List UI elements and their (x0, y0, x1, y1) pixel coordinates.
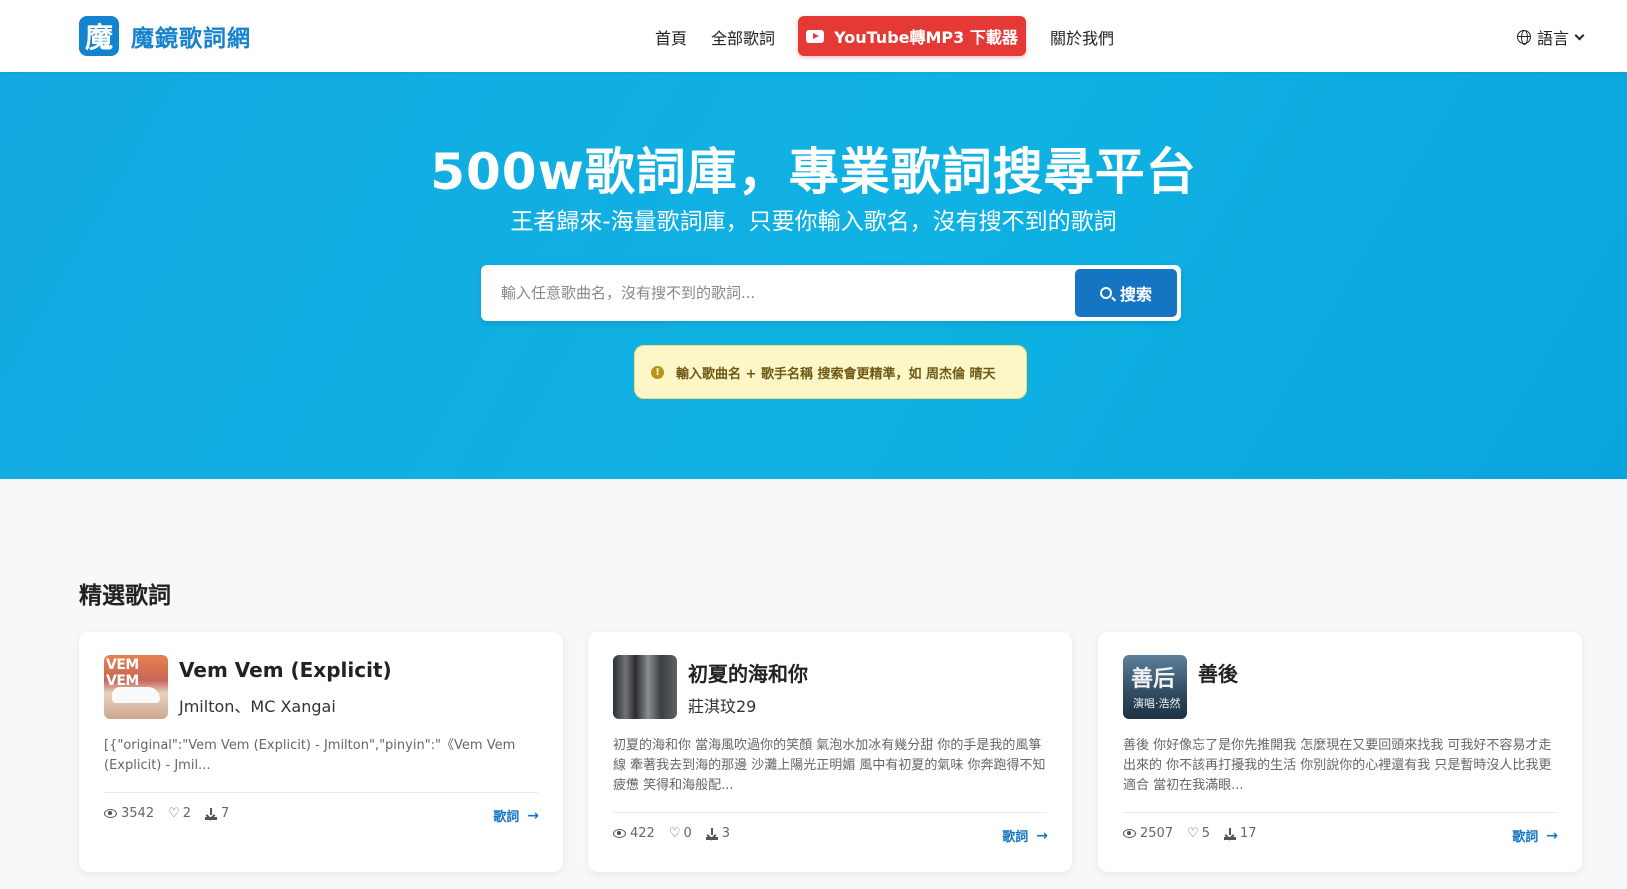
view-lyrics-link[interactable]: 歌詞 → (493, 806, 539, 826)
downloads-stat: 7 (205, 806, 229, 821)
brand-logo-icon: 魔 (79, 16, 119, 56)
hero-banner: 500w歌詞庫，專業歌詞搜尋平台 王者歸來-海量歌詞庫，只要你輸入歌名，沒有搜不… (0, 72, 1627, 479)
views-count: 3542 (121, 806, 155, 821)
view-lyrics-label: 歌詞 (493, 810, 520, 825)
likes-stat: ♡ 5 (1187, 826, 1210, 841)
download-icon (705, 827, 718, 840)
lyric-excerpt: [{"original":"Vem Vem (Explicit) - Jmilt… (104, 738, 516, 773)
song-title[interactable]: 善後 (1198, 658, 1238, 687)
likes-count: 0 (683, 826, 692, 841)
hero-title: 500w歌詞庫，專業歌詞搜尋平台 (430, 143, 1197, 201)
arrow-right-icon: → (527, 807, 539, 824)
view-lyrics-label: 歌詞 (1002, 830, 1029, 845)
view-lyrics-label: 歌詞 (1512, 830, 1539, 845)
eye-icon (104, 809, 117, 818)
top-navbar: 魔 魔鏡歌詞網 首頁 全部歌詞 YouTube轉MP3 下載器 關於我們 語言 (0, 0, 1627, 72)
nav-all-lyrics-link[interactable]: 全部歌詞 (711, 25, 775, 49)
view-lyrics-link[interactable]: 歌詞 → (1512, 826, 1558, 846)
cover-subtext: 演唱·浩然 (1133, 697, 1181, 710)
download-icon (205, 807, 218, 820)
downloads-count: 7 (221, 806, 230, 821)
views-stat: 3542 (104, 806, 154, 821)
language-dropdown[interactable]: 語言 (1517, 25, 1585, 49)
brand-link[interactable]: 魔 魔鏡歌詞網 (79, 16, 251, 56)
arrow-right-icon: → (1036, 827, 1048, 844)
search-icon (1099, 287, 1112, 299)
search-tip: ! 輸入歌曲名 + 歌手名稱 搜索會更精準，如 周杰倫 晴天 (634, 345, 1027, 399)
language-label: 語言 (1537, 29, 1570, 48)
cover-car-shape (112, 687, 160, 703)
likes-stat: ♡ 0 (669, 826, 692, 841)
song-title[interactable]: Vem Vem (Explicit) (179, 658, 392, 682)
lyric-excerpt: 初夏的海和你 當海風吹過你的笑顏 氣泡水加冰有幾分甜 你的手是我的風箏線 牽著我… (613, 738, 1046, 793)
views-count: 2507 (1140, 826, 1174, 841)
arrow-right-icon: → (1546, 827, 1558, 844)
download-icon (1224, 827, 1237, 840)
search-bar: 搜索 (481, 265, 1181, 321)
nav-about-link[interactable]: 關於我們 (1050, 25, 1114, 49)
views-stat: 422 (613, 826, 655, 841)
likes-count: 2 (182, 806, 192, 821)
downloads-count: 17 (1240, 826, 1257, 841)
song-artist: 莊淇玟29 (688, 697, 757, 716)
heart-icon: ♡ (668, 826, 681, 841)
heart-icon: ♡ (168, 806, 180, 821)
song-artist: Jmilton、MC Xangai (179, 697, 336, 716)
featured-section-title: 精選歌詞 (79, 583, 171, 609)
cover-text: 善后 (1131, 666, 1176, 692)
eye-icon (1123, 829, 1136, 838)
info-icon: ! (651, 365, 664, 379)
views-stat: 2507 (1123, 826, 1173, 841)
lyric-card[interactable]: 善后 演唱·浩然 善後 善後 你好像忘了是你先推開我 怎麼現在又要回頭來找我 可… (1098, 632, 1582, 872)
likes-count: 5 (1201, 826, 1211, 841)
search-tip-text: 輸入歌曲名 + 歌手名稱 搜索會更精準，如 周杰倫 晴天 (676, 366, 996, 382)
brand-name: 魔鏡歌詞網 (131, 26, 251, 52)
views-count: 422 (630, 826, 655, 841)
search-button-label: 搜索 (1119, 285, 1152, 304)
song-cover-image: 善后 演唱·浩然 (1123, 655, 1187, 719)
nav-home-link[interactable]: 首頁 (655, 25, 687, 49)
eye-icon (613, 829, 626, 838)
cover-text: VEM VEM (106, 657, 139, 689)
globe-icon (1517, 30, 1531, 45)
song-title[interactable]: 初夏的海和你 (688, 658, 808, 687)
lyric-card[interactable]: 初夏的海和你 莊淇玟29 初夏的海和你 當海風吹過你的笑顏 氣泡水加冰有幾分甜 … (588, 632, 1072, 872)
view-lyrics-link[interactable]: 歌詞 → (1002, 826, 1048, 846)
heart-icon: ♡ (1187, 826, 1199, 841)
downloads-count: 3 (721, 826, 731, 841)
search-button[interactable]: 搜索 (1075, 269, 1177, 317)
card-divider (1123, 812, 1557, 813)
card-stats: 3542 ♡ 2 7 (104, 806, 243, 821)
likes-stat: ♡ 2 (168, 806, 191, 821)
search-input[interactable] (481, 265, 1071, 321)
card-divider (104, 792, 538, 793)
lyric-card[interactable]: VEM VEM Vem Vem (Explicit) Jmilton、MC Xa… (79, 632, 563, 872)
chevron-down-icon (1574, 30, 1585, 40)
downloads-stat: 3 (705, 826, 731, 841)
youtube-mp3-button[interactable]: YouTube轉MP3 下載器 (798, 16, 1026, 56)
card-divider (613, 812, 1047, 813)
lyric-excerpt: 善後 你好像忘了是你先推開我 怎麼現在又要回頭來找我 可我好不容易才走出來的 你… (1123, 738, 1552, 793)
song-cover-image: VEM VEM (104, 655, 168, 719)
downloads-stat: 17 (1224, 826, 1257, 841)
card-stats: 2507 ♡ 5 17 (1123, 826, 1271, 841)
youtube-icon (806, 29, 825, 43)
card-stats: 422 ♡ 0 3 (613, 826, 744, 841)
hero-subtitle: 王者歸來-海量歌詞庫，只要你輸入歌名，沒有搜不到的歌詞 (510, 209, 1117, 235)
song-cover-image (613, 655, 677, 719)
youtube-mp3-label: YouTube轉MP3 下載器 (834, 28, 1018, 47)
